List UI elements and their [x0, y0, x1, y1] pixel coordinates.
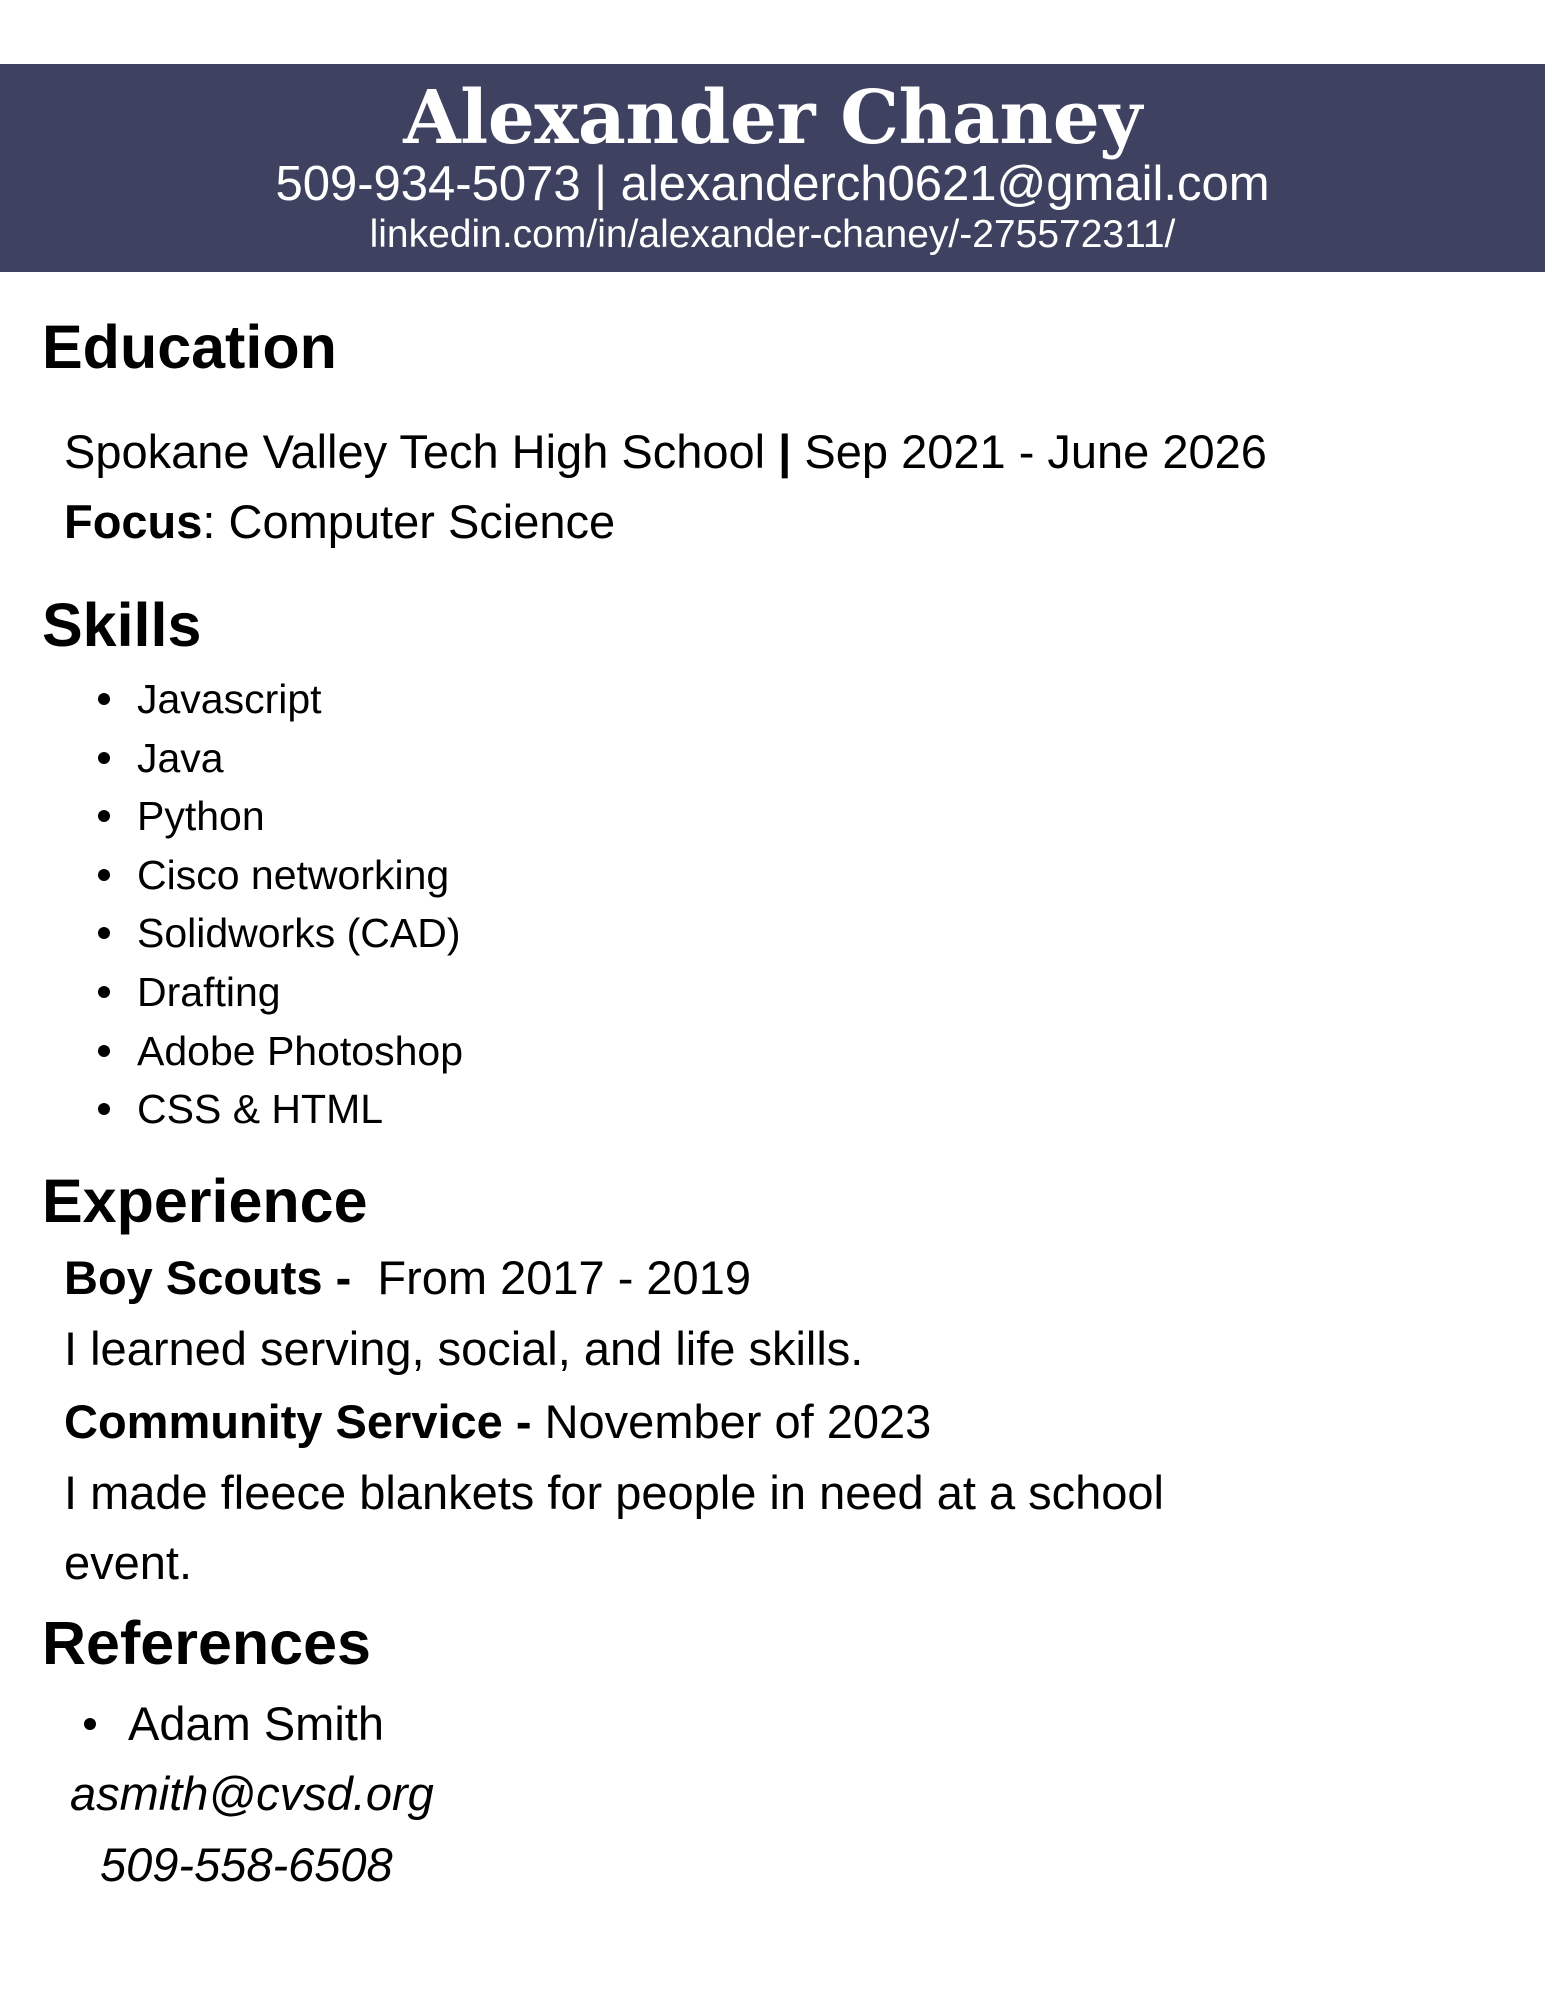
school-separator: | — [765, 425, 805, 478]
skill-label: Cisco networking — [137, 851, 450, 898]
focus-value: : Computer Science — [202, 495, 616, 548]
bullet-icon — [98, 751, 110, 764]
skills-list: Javascript Java Python Cisco networking … — [0, 673, 463, 1142]
list-item: Python — [0, 790, 463, 849]
reference-email[interactable]: asmith@cvsd.org — [70, 1766, 434, 1822]
skill-label: Javascript — [137, 676, 322, 722]
experience-heading: Experience — [42, 1167, 368, 1235]
list-item: Adobe Photoshop — [0, 1025, 463, 1084]
experience-description-continued: event. — [64, 1536, 193, 1589]
references-heading: References — [42, 1609, 371, 1677]
bullet-icon — [98, 693, 110, 705]
experience-description: I made fleece blankets for people in nee… — [64, 1466, 1165, 1519]
school-dates: Sep 2021 - June 2026 — [804, 425, 1267, 478]
skills-heading: Skills — [42, 591, 202, 659]
list-item: CSS & HTML — [0, 1083, 463, 1142]
education-focus-line: Focus: Computer Science — [64, 494, 615, 550]
email-address[interactable]: alexanderch0621@gmail.com — [621, 157, 1270, 211]
experience-role: Boy Scouts - — [64, 1251, 365, 1304]
list-item: Cisco networking — [0, 849, 463, 908]
experience-period: November of 2023 — [544, 1395, 932, 1448]
experience-entry-title: Boy Scouts - From 2017 - 2019 — [64, 1250, 751, 1306]
education-heading: Education — [42, 313, 337, 381]
school-name: Spokane Valley Tech High School — [64, 425, 766, 478]
list-item: Drafting — [0, 966, 463, 1025]
education-school-line: Spokane Valley Tech High School | Sep 20… — [64, 424, 1267, 480]
list-item: Solidworks (CAD) — [0, 907, 463, 966]
reference-name: Adam Smith — [128, 1697, 384, 1750]
focus-label: Focus — [64, 495, 203, 548]
skill-label: Solidworks (CAD) — [137, 910, 461, 957]
experience-role: Community Service - — [64, 1395, 545, 1448]
skill-label: Adobe Photoshop — [137, 1027, 463, 1074]
linkedin-url[interactable]: linkedin.com/in/alexander-chaney/-275572… — [0, 212, 1545, 258]
contact-separator: | — [580, 157, 621, 211]
reference-phone: 509-558-6508 — [100, 1838, 393, 1891]
bullet-icon — [98, 927, 110, 940]
skill-label: Java — [137, 734, 224, 781]
experience-entry-title: Community Service - November of 2023 — [64, 1394, 931, 1450]
bullet-icon — [98, 868, 110, 881]
skill-label: Python — [137, 793, 265, 840]
list-item: Java — [0, 732, 463, 791]
experience-period: From 2017 - 2019 — [364, 1251, 751, 1304]
list-item: Javascript — [0, 673, 463, 732]
header-band: Alexander Chaney 509-934-5073 | alexande… — [0, 64, 1545, 272]
candidate-name: Alexander Chaney — [403, 75, 1142, 161]
skill-label: CSS & HTML — [137, 1086, 384, 1133]
bullet-icon — [84, 1718, 96, 1730]
bullet-icon — [98, 985, 110, 998]
contact-line: 509-934-5073 | alexanderch0621@gmail.com — [0, 154, 1545, 214]
bullet-icon — [98, 1103, 110, 1116]
experience-description: I learned serving, social, and life skil… — [64, 1322, 864, 1375]
phone-number: 509-934-5073 — [275, 157, 581, 211]
bullet-icon — [98, 1044, 110, 1057]
skill-label: Drafting — [137, 968, 281, 1015]
bullet-icon — [98, 810, 110, 823]
